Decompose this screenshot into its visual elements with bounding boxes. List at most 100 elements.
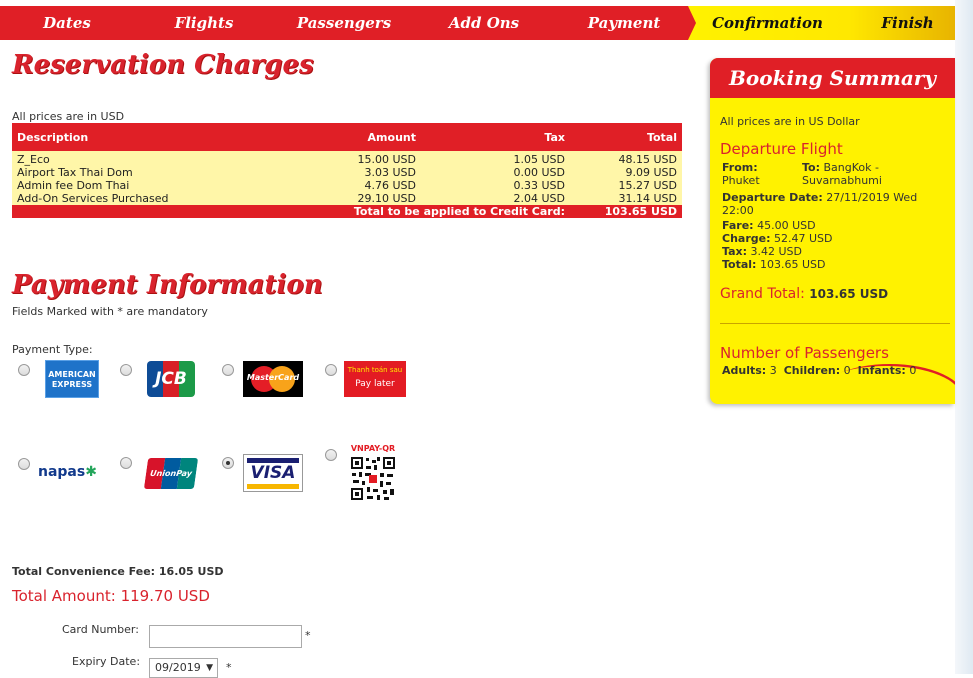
vnpay-logo-text: VNPAY-QR	[350, 444, 396, 453]
step-dates[interactable]: Dates	[0, 6, 134, 40]
radio-jcb[interactable]	[120, 364, 132, 376]
reservation-charges-title: Reservation Charges	[12, 50, 314, 80]
visa-logo-text: VISA	[250, 463, 296, 483]
payment-type-label: Payment Type:	[12, 343, 93, 356]
booking-summary-panel: Booking Summary All prices are in US Dol…	[710, 58, 955, 404]
row-description: Admin fee Dom Thai	[17, 179, 130, 192]
fare-row: Fare: 45.00 USD	[722, 219, 833, 232]
amex-logo-line1: AMERICAN	[48, 370, 96, 379]
row-total: 9.09 USD	[625, 166, 678, 179]
row-total: 31.14 USD	[618, 192, 678, 205]
table-row: Add-On Services Purchased 29.10 USD 2.04…	[12, 192, 682, 205]
summary-divider	[720, 323, 950, 324]
row-tax: 1.05 USD	[513, 153, 566, 166]
passenger-counts: Adults: 3 Children: 0 Infants: 0	[722, 364, 916, 377]
mandatory-note: Fields Marked with * are mandatory	[12, 305, 208, 318]
napas-logo: napas✱	[38, 461, 100, 483]
step-add-ons[interactable]: Add Ons	[414, 6, 554, 40]
grand-total: Grand Total: 103.65 USD	[720, 286, 888, 302]
expiry-date-required: *	[226, 661, 232, 674]
departure-flight-title: Departure Flight	[720, 140, 843, 158]
charges-total-row: Total to be applied to Credit Card: 103.…	[12, 205, 682, 218]
step-flights[interactable]: Flights	[134, 6, 274, 40]
card-number-label: Card Number:	[62, 623, 139, 636]
tax-row: Tax: 3.42 USD	[722, 245, 833, 258]
jcb-logo-text: JCB	[155, 369, 187, 389]
fare-breakdown: Fare: 45.00 USD Charge: 52.47 USD Tax: 3…	[722, 219, 833, 271]
summary-total-value: 103.65 USD	[759, 258, 826, 271]
header-tax: Tax	[544, 130, 565, 144]
adults-value: 3	[769, 364, 777, 377]
charges-table-body: Z_Eco 15.00 USD 1.05 USD 48.15 USD Airpo…	[12, 151, 682, 205]
tax-value: 3.42 USD	[750, 245, 803, 258]
expiry-date-select[interactable]: 09/2019 ▼	[149, 658, 218, 678]
charges-table: Description Amount Tax Total Z_Eco 15.00…	[12, 123, 682, 218]
from-label: From:	[722, 161, 758, 174]
to-value-line1: BangKok -	[823, 161, 879, 174]
expiry-date-label: Expiry Date:	[72, 655, 141, 668]
radio-visa[interactable]	[222, 457, 234, 469]
radio-mastercard[interactable]	[222, 364, 234, 376]
total-value: 103.65 USD	[604, 205, 677, 218]
tax-label: Tax:	[722, 245, 748, 258]
vnpay-qr-logo: VNPAY-QR	[348, 444, 398, 502]
summary-currency-note: All prices are in US Dollar	[720, 115, 860, 128]
charge-value: 52.47 USD	[774, 232, 833, 245]
number-of-passengers-title: Number of Passengers	[720, 344, 889, 362]
mastercard-logo-text: MasterCard	[246, 373, 300, 382]
chevron-down-icon: ▼	[206, 663, 213, 673]
row-amount: 3.03 USD	[364, 166, 417, 179]
radio-unionpay[interactable]	[120, 457, 132, 469]
children-value: 0	[843, 364, 851, 377]
departure-time: 22:00	[722, 204, 754, 217]
napas-star-icon: ✱	[85, 464, 97, 480]
radio-pay-later[interactable]	[325, 364, 337, 376]
unionpay-logo-text: UnionPay	[149, 469, 193, 478]
radio-vnpay-qr[interactable]	[325, 449, 337, 461]
step-confirmation: Confirmation	[712, 14, 823, 32]
infants-label: Infants:	[857, 364, 906, 377]
mastercard-logo: MasterCard	[243, 361, 303, 397]
from-value: Phuket	[722, 174, 760, 187]
grand-total-label: Grand Total:	[720, 286, 805, 302]
to-label: To:	[802, 161, 820, 174]
radio-napas[interactable]	[18, 458, 30, 470]
to-field: To: BangKok - Suvarnabhumi	[802, 161, 882, 187]
napas-logo-text: napas	[38, 464, 86, 480]
row-total: 48.15 USD	[618, 153, 678, 166]
table-row: Z_Eco 15.00 USD 1.05 USD 48.15 USD	[12, 153, 682, 166]
departure-date-value: 27/11/2019 Wed	[826, 191, 918, 204]
row-amount: 15.00 USD	[357, 153, 417, 166]
card-number-input[interactable]	[149, 625, 302, 648]
total-row: Total: 103.65 USD	[722, 258, 833, 271]
charge-label: Charge:	[722, 232, 771, 245]
departure-date-field: Departure Date: 27/11/2019 Wed 22:00	[722, 191, 947, 217]
step-payment[interactable]: Payment	[554, 6, 694, 40]
pay-later-logo: Thanh toán sau Pay later	[344, 361, 406, 397]
table-row: Airport Tax Thai Dom 3.03 USD 0.00 USD 9…	[12, 166, 682, 179]
row-description: Z_Eco	[17, 153, 50, 166]
charges-table-header: Description Amount Tax Total	[12, 123, 682, 151]
fare-value: 45.00 USD	[757, 219, 816, 232]
row-amount: 29.10 USD	[357, 192, 417, 205]
expiry-date-value: 09/2019	[155, 661, 201, 674]
booking-summary-title: Booking Summary	[710, 58, 955, 98]
fare-label: Fare:	[722, 219, 754, 232]
unionpay-logo: UnionPay	[143, 458, 199, 489]
adults-label: Adults:	[722, 364, 767, 377]
visa-logo: VISA	[243, 454, 303, 492]
qr-code-icon	[350, 456, 396, 501]
charge-row: Charge: 52.47 USD	[722, 232, 833, 245]
row-amount: 4.76 USD	[364, 179, 417, 192]
header-total: Total	[646, 130, 677, 144]
amex-logo-line2: EXPRESS	[51, 380, 93, 389]
radio-amex[interactable]	[18, 364, 30, 376]
amex-logo: AMERICAN EXPRESS	[45, 360, 99, 398]
row-description: Add-On Services Purchased	[17, 192, 169, 205]
jcb-logo: JCB	[147, 361, 195, 397]
row-tax: 0.33 USD	[513, 179, 566, 192]
summary-total-label: Total:	[722, 258, 757, 271]
step-passengers[interactable]: Passengers	[274, 6, 414, 40]
step-finish: Finish	[881, 14, 934, 32]
to-value-line2: Suvarnabhumi	[802, 174, 882, 187]
